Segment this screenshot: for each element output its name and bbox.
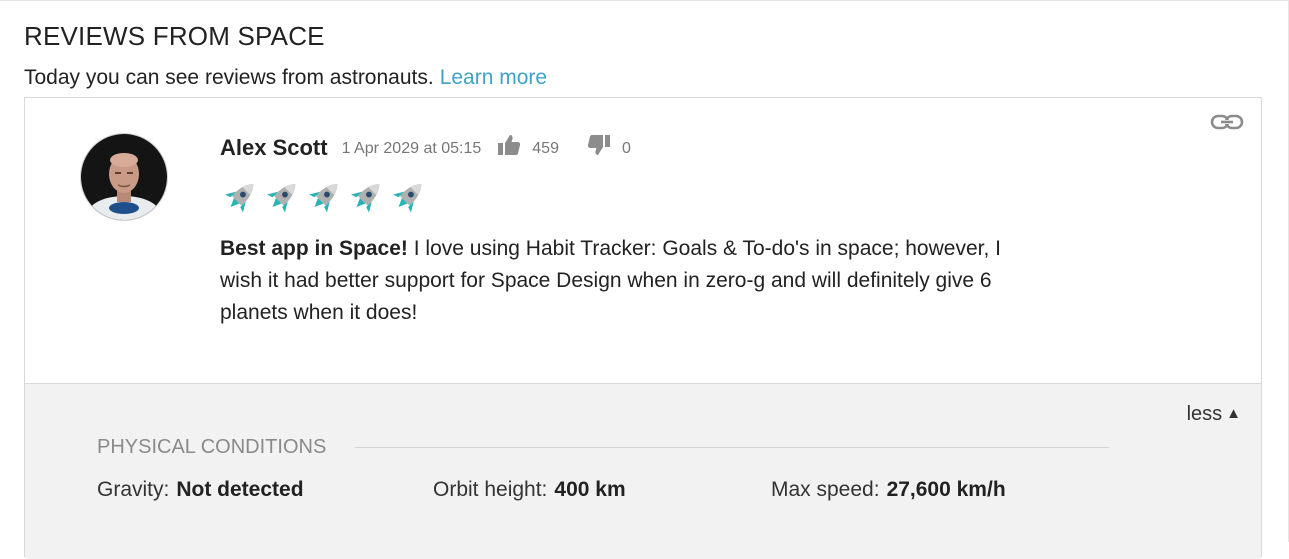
stat-label: Gravity: (97, 478, 170, 501)
details-panel: less ▲ PHYSICAL CONDITIONS Gravity: Not de… (25, 383, 1261, 559)
link-icon[interactable] (1210, 112, 1244, 132)
downvote-button[interactable]: 0 (587, 134, 631, 161)
thumbs-down-icon (587, 134, 611, 161)
stat-value: Not detected (176, 478, 304, 501)
upvote-count: 459 (532, 139, 559, 157)
stat-orbit-height: Orbit height: 400 km (433, 478, 626, 502)
learn-more-link[interactable]: Learn more (440, 66, 547, 89)
rocket-icon (344, 176, 387, 220)
stat-label: Orbit height: (433, 478, 548, 501)
thumbs-up-icon (497, 134, 521, 161)
review-headline: Best app in Space! (220, 237, 408, 260)
review-card: Alex Scott 1 Apr 2029 at 05:15 459 0 Bes… (24, 97, 1262, 559)
rocket-icon (218, 176, 261, 220)
subtitle-text: Today you can see reviews from astronaut… (24, 66, 434, 89)
review-header: Alex Scott 1 Apr 2029 at 05:15 459 0 (220, 134, 631, 161)
section-divider (355, 447, 1109, 448)
review-text: Best app in Space! I love using Habit Tr… (220, 233, 1040, 329)
less-label: less (1186, 403, 1223, 425)
stat-label: Max speed: (771, 478, 880, 501)
caret-up-icon: ▲ (1226, 405, 1241, 422)
less-toggle[interactable]: less ▲ (1187, 403, 1241, 426)
top-divider (0, 0, 1289, 1)
section-title: PHYSICAL CONDITIONS (97, 436, 327, 458)
stat-value: 27,600 km/h (886, 478, 1006, 501)
rocket-rating (218, 176, 428, 220)
rocket-icon (386, 176, 429, 220)
page-title: REVIEWS FROM SPACE (24, 21, 325, 51)
review-date: 1 Apr 2029 at 05:15 (341, 139, 482, 157)
upvote-button[interactable]: 459 (497, 134, 559, 161)
author-name[interactable]: Alex Scott (220, 135, 328, 161)
stat-value: 400 km (554, 478, 626, 501)
avatar (80, 133, 168, 221)
rocket-icon (260, 176, 303, 220)
stat-max-speed: Max speed: 27,600 km/h (771, 478, 1006, 502)
stat-gravity: Gravity: Not detected (97, 478, 304, 502)
page-subtitle: Today you can see reviews from astronaut… (24, 66, 547, 90)
downvote-count: 0 (621, 139, 631, 157)
rocket-icon (302, 176, 345, 220)
